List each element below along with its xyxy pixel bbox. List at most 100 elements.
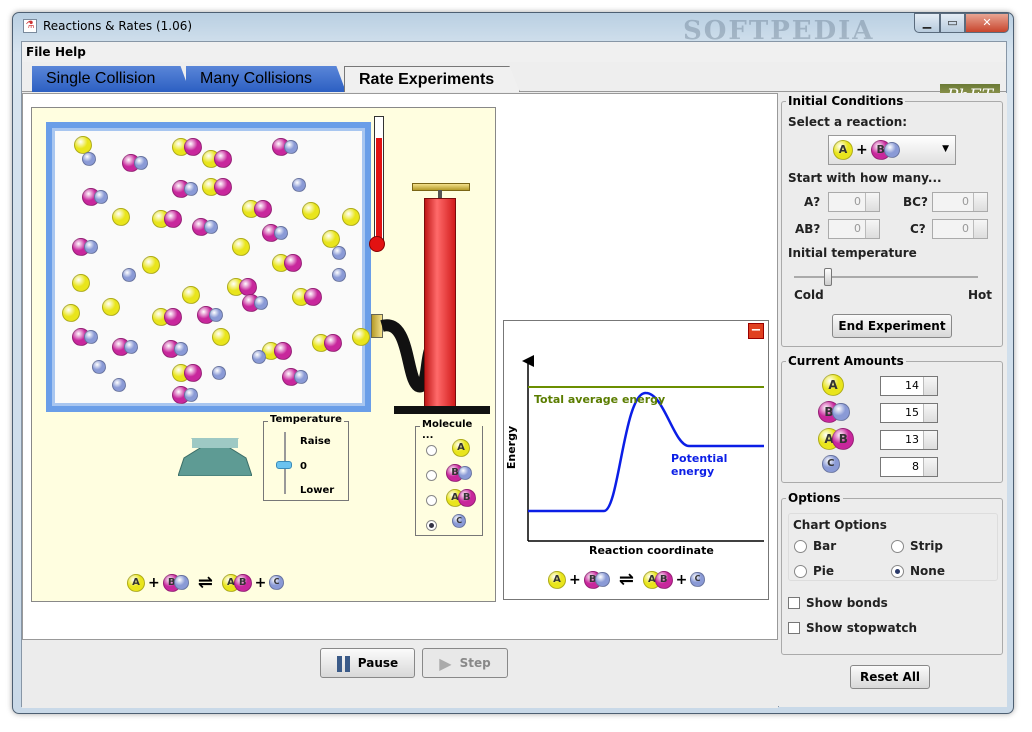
molecule-particle-ab	[152, 308, 182, 326]
temperature-control: Temperature Raise 0 Lower	[263, 414, 349, 501]
molecule-particle-ab	[312, 334, 342, 352]
molecule-particle-ab	[292, 288, 322, 306]
amount-bc-input[interactable]: 15	[880, 403, 938, 423]
client-area: File Help Single Collision Many Collisio…	[21, 41, 1007, 708]
maximize-button[interactable]: ▭	[940, 13, 965, 33]
menu-help[interactable]: Help	[55, 45, 86, 59]
chart-none-label: None	[910, 564, 945, 578]
molecule-bc-icon: B	[162, 573, 189, 592]
chart-strip-label: Strip	[910, 539, 943, 553]
simulation-area: Temperature Raise 0 Lower Molecule ... A…	[22, 93, 778, 640]
chart-strip-radio[interactable]	[891, 540, 904, 553]
step-icon: ▶	[439, 653, 452, 673]
energy-axis-label: Energy	[505, 425, 519, 470]
initial-temperature-track	[794, 276, 978, 278]
amount-a-input[interactable]: 14	[880, 376, 938, 396]
molecule-particle-a	[352, 328, 370, 346]
molecule-particle-ab	[172, 138, 202, 156]
heat-control-plunger[interactable]	[178, 438, 252, 476]
potential-energy-label: Potential energy	[671, 452, 728, 478]
pause-label: Pause	[357, 656, 399, 670]
molecule-a-icon: A	[833, 140, 853, 160]
count-ab-label: AB?	[795, 222, 821, 236]
chart-close-button[interactable]: −	[748, 323, 764, 339]
close-button[interactable]: ✕	[965, 13, 1009, 33]
molecule-bc-icon: B	[870, 140, 900, 160]
molecule-particle-bc	[192, 218, 219, 236]
molecule-particle-ab	[202, 178, 232, 196]
initial-temperature-slider[interactable]	[824, 268, 832, 286]
molecule-ab-icon: AB	[221, 573, 252, 592]
count-c-input[interactable]: 0	[932, 219, 988, 239]
molecule-ab-icon: AB	[818, 428, 855, 450]
molecule-radio-c[interactable]	[426, 520, 437, 531]
energy-diagram	[522, 355, 764, 542]
molecule-particle-c	[332, 246, 347, 261]
molecule-particle-bc	[197, 306, 224, 324]
molecule-particle-a	[302, 202, 320, 220]
tab-many-collisions[interactable]: Many Collisions	[186, 66, 346, 92]
molecule-a-icon: A	[548, 570, 566, 589]
step-button[interactable]: ▶ Step	[422, 648, 508, 678]
amount-c-input[interactable]: 8	[880, 457, 938, 477]
chart-none-radio[interactable]	[891, 565, 904, 578]
tab-single-collision[interactable]: Single Collision	[32, 66, 190, 92]
title-bar[interactable]: ⚗ Reactions & Rates (1.06) SOFTPEDIA ▁ ▭…	[13, 13, 1013, 46]
molecule-particle-a	[102, 298, 120, 316]
temperature-slider-thumb[interactable]	[276, 461, 292, 469]
show-bonds-checkbox[interactable]	[788, 597, 800, 609]
options-panel: Options Chart Options Bar Strip Pie None…	[781, 491, 1003, 655]
molecule-title: Molecule ...	[420, 419, 482, 441]
molecule-radio-ab[interactable]	[426, 495, 437, 506]
reset-all-button[interactable]: Reset All	[850, 665, 930, 689]
molecule-particle-c	[332, 268, 347, 283]
molecule-particle-c	[112, 378, 127, 393]
energy-chart: − Total average energy Potential energy …	[503, 320, 769, 600]
amount-ab-input[interactable]: 13	[880, 430, 938, 450]
molecule-particle-c	[82, 152, 97, 167]
molecule-c-icon: C	[822, 455, 840, 473]
tab-rate-experiments[interactable]: Rate Experiments	[344, 66, 520, 92]
count-a-input[interactable]: 0	[828, 192, 880, 212]
simulation-canvas: Temperature Raise 0 Lower Molecule ... A…	[31, 107, 496, 602]
window-title: Reactions & Rates (1.06)	[43, 19, 193, 33]
total-energy-label: Total average energy	[534, 393, 666, 406]
molecule-radio-a[interactable]	[426, 445, 437, 456]
count-bc-input[interactable]: 0	[932, 192, 988, 212]
menu-bar: File Help	[22, 42, 1006, 62]
molecule-particle-ab	[152, 210, 182, 228]
molecule-particle-bc	[112, 338, 139, 356]
reaction-dropdown[interactable]: A + B ▼	[828, 135, 956, 165]
molecule-particle-bc	[72, 328, 99, 346]
bottom-controls: Pause ▶ Step	[22, 640, 778, 708]
chart-options-title: Chart Options	[793, 518, 887, 532]
reaction-container	[46, 122, 371, 412]
molecule-c-icon: C	[269, 575, 284, 590]
thermometer-bulb	[369, 236, 385, 252]
chart-pie-radio[interactable]	[794, 565, 807, 578]
count-ab-input[interactable]: 0	[828, 219, 880, 239]
molecule-particle-a	[212, 328, 230, 346]
initial-conditions-panel: Initial Conditions Select a reaction: A +…	[781, 94, 1003, 347]
chart-bar-radio[interactable]	[794, 540, 807, 553]
reaction-coordinate-label: Reaction coordinate	[589, 544, 714, 557]
molecule-particle-ab	[172, 364, 202, 382]
pause-button[interactable]: Pause	[320, 648, 415, 678]
menu-file[interactable]: File	[26, 45, 51, 59]
molecule-particle-bc	[172, 386, 199, 404]
chart-reaction-equation: A + B ⇌ A B + C	[548, 569, 705, 590]
molecule-a-icon: A	[127, 573, 145, 592]
minimize-button[interactable]: ▁	[914, 13, 940, 33]
molecule-particle-a	[142, 256, 160, 274]
pump-base	[394, 406, 490, 414]
molecule-radio-bc[interactable]	[426, 470, 437, 481]
end-experiment-button[interactable]: End Experiment	[832, 314, 952, 338]
options-title: Options	[786, 491, 843, 505]
show-stopwatch-checkbox[interactable]	[788, 622, 800, 634]
molecule-particle-bc	[162, 340, 189, 358]
molecule-particle-bc	[72, 238, 99, 256]
show-stopwatch-label: Show stopwatch	[806, 621, 917, 635]
pump-cylinder[interactable]	[424, 198, 456, 408]
molecule-bc-icon: B	[446, 464, 473, 482]
cold-label: Cold	[794, 288, 824, 302]
